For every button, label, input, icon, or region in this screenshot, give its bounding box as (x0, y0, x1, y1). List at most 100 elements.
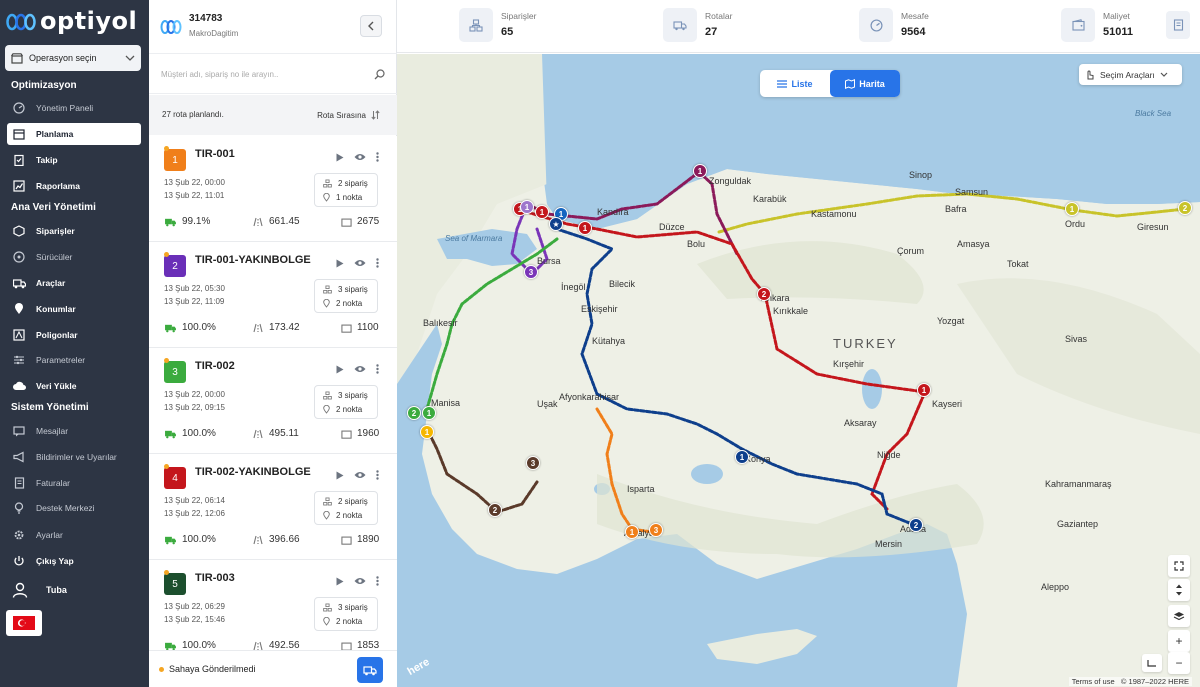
city-label: Karabük (753, 194, 787, 204)
eye-icon[interactable] (354, 365, 366, 373)
route-marker[interactable]: 1 (520, 200, 534, 214)
route-marker[interactable]: 1 (1065, 202, 1079, 216)
route-marker[interactable]: 2 (757, 287, 771, 301)
route-card[interactable]: 2 TIR-001-YAKINBOLGE 13 Şub 22, 05:30 13 Şu… (149, 242, 397, 348)
route-index-badge: 4 (164, 467, 186, 489)
play-icon[interactable] (336, 259, 344, 268)
search-input[interactable]: Müşteri adı, sipariş no ile arayın.. (149, 55, 397, 94)
eye-icon[interactable] (354, 259, 366, 267)
kpi-value: 9564 (901, 26, 926, 38)
operation-select[interactable]: Operasyon seçin (5, 45, 141, 71)
app-logo[interactable]: optiyol (6, 6, 137, 36)
more-vertical-icon[interactable] (376, 364, 379, 374)
route-list-panel: 314783 MakroDagitim Müşteri adı, sipariş… (149, 0, 397, 687)
more-vertical-icon[interactable] (376, 576, 379, 586)
route-marker[interactable]: 3 (649, 523, 663, 537)
send-to-field-button[interactable] (357, 657, 383, 683)
route-card[interactable]: 4 TIR-002-YAKINBOLGE 13 Şub 22, 06:14 13 Şu… (149, 454, 397, 560)
sidebar-item-label: Yönetim Paneli (36, 103, 94, 113)
sidebar-item-cikis[interactable]: Çıkış Yap (7, 550, 141, 572)
export-button[interactable] (1166, 11, 1190, 39)
compass-button[interactable] (1168, 579, 1190, 601)
kpi-distance: Mesafe 9564 (859, 7, 929, 43)
route-marker[interactable]: 1 (735, 450, 749, 464)
sidebar-item-destek[interactable]: Destek Merkezi (7, 497, 141, 519)
route-marker[interactable]: 3 (526, 456, 540, 470)
route-marker[interactable]: 1 (535, 205, 549, 219)
more-vertical-icon[interactable] (376, 152, 379, 162)
zoom-out-button[interactable]: − (1168, 652, 1190, 674)
plus-icon: + (1175, 634, 1183, 648)
route-marker[interactable]: 2 (407, 406, 421, 420)
dispatch-status: Sahaya Gönderilmedi (169, 664, 256, 674)
search-icon[interactable] (374, 68, 385, 80)
sidebar-item-parametreler[interactable]: Parametreler (7, 349, 141, 371)
city-label: Düzce (659, 222, 685, 232)
road-icon (253, 535, 263, 544)
fullscreen-button[interactable] (1168, 555, 1190, 577)
route-marker[interactable]: 3 (524, 265, 538, 279)
zoom-in-button[interactable]: + (1168, 630, 1190, 652)
sidebar-item-poligonlar[interactable]: Poligonlar (7, 324, 141, 346)
sidebar-item-araclar[interactable]: Araçlar (7, 272, 141, 294)
route-marker[interactable]: 2 (909, 518, 923, 532)
ruler-icon (1147, 660, 1156, 667)
sidebar-item-takip[interactable]: Takip (7, 149, 141, 171)
route-marker[interactable]: 1 (422, 406, 436, 420)
speedometer-icon (859, 8, 893, 42)
sidebar-item-yonetim-paneli[interactable]: Yönetim Paneli (7, 97, 141, 119)
sidebar-item-bildirimler[interactable]: Bildirimler ve Uyarılar (7, 446, 141, 468)
route-count: 27 rota planlandı. (162, 110, 224, 119)
route-marker[interactable]: 2 (1178, 201, 1192, 215)
gear-icon (12, 528, 26, 542)
play-icon[interactable] (336, 471, 344, 480)
road-icon (253, 429, 263, 438)
lightbulb-icon (12, 501, 26, 515)
depot-marker[interactable]: ★ (549, 217, 563, 231)
sidebar-item-ayarlar[interactable]: Ayarlar (7, 524, 141, 546)
collapse-panel-button[interactable] (360, 15, 382, 37)
wallet-icon (1061, 8, 1095, 42)
route-map[interactable]: Black Sea Sea of Marmara TURKEY Kandıra … (397, 54, 1200, 687)
scale-button[interactable] (1142, 654, 1162, 672)
route-index-badge: 2 (164, 255, 186, 277)
play-icon[interactable] (336, 577, 344, 586)
route-marker[interactable]: 1 (420, 425, 434, 439)
sidebar-item-label: Mesajlar (36, 426, 69, 436)
megaphone-icon (12, 450, 26, 464)
eye-icon[interactable] (354, 577, 366, 585)
sidebar-item-faturalar[interactable]: Faturalar (7, 472, 141, 494)
map-view-button[interactable]: Harita (830, 70, 900, 97)
route-marker[interactable]: 1 (625, 525, 639, 539)
list-view-button[interactable]: Liste (760, 70, 830, 97)
eye-icon[interactable] (354, 153, 366, 161)
layers-button[interactable] (1168, 605, 1190, 627)
user-profile[interactable]: Tuba (12, 582, 67, 598)
terms-link[interactable]: Terms of use (1072, 677, 1115, 686)
sort-control[interactable]: Rota Sırasına (317, 110, 380, 120)
sidebar-item-planlama[interactable]: Planlama (7, 123, 141, 145)
selection-tools-dropdown[interactable]: Seçim Araçları (1079, 64, 1182, 85)
play-icon[interactable] (336, 365, 344, 374)
play-icon[interactable] (336, 153, 344, 162)
route-marker[interactable]: 1 (693, 164, 707, 178)
route-marker[interactable]: 2 (488, 503, 502, 517)
more-vertical-icon[interactable] (376, 470, 379, 480)
map-canvas[interactable] (397, 54, 1200, 687)
sidebar-item-veri-yukle[interactable]: Veri Yükle (7, 375, 141, 397)
route-marker[interactable]: 1 (917, 383, 931, 397)
sidebar-item-suruculer[interactable]: Sürücüler (7, 246, 141, 268)
map-view-label: Harita (859, 78, 885, 89)
eye-icon[interactable] (354, 471, 366, 479)
more-vertical-icon[interactable] (376, 258, 379, 268)
route-card[interactable]: 1 TIR-001 13 Şub 22, 00:00 13 Şub 22, 11:01… (149, 136, 397, 242)
route-card[interactable]: 3 TIR-002 13 Şub 22, 00:00 13 Şub 22, 09:15… (149, 348, 397, 454)
kpi-label: Siparişler (501, 11, 537, 21)
sidebar-item-mesajlar[interactable]: Mesajlar (7, 420, 141, 442)
sidebar-item-konumlar[interactable]: Konumlar (7, 298, 141, 320)
sidebar-item-siparisler[interactable]: Siparişler (7, 220, 141, 242)
language-switcher[interactable] (6, 610, 42, 636)
route-marker[interactable]: 1 (578, 221, 592, 235)
sidebar-item-raporlama[interactable]: Raporlama (7, 175, 141, 197)
kpi-label: Rotalar (705, 11, 733, 21)
